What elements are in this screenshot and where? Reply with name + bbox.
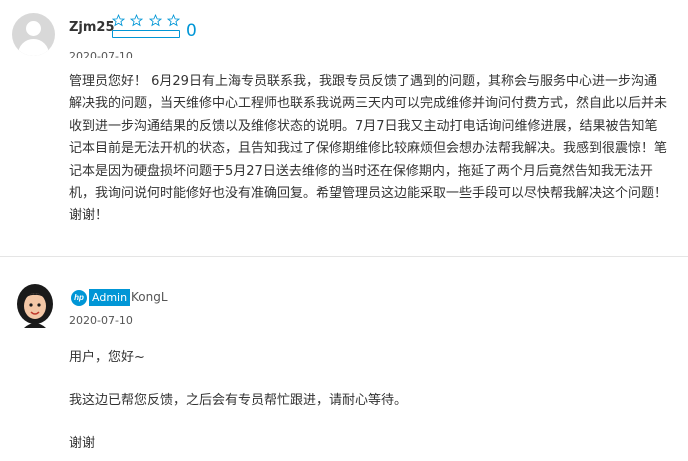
avatar-body-shape [18, 39, 49, 56]
admin-badge: Admin [89, 289, 131, 306]
user-avatar[interactable] [12, 13, 55, 56]
rank-stars [112, 14, 180, 28]
rank-progress-bar [112, 30, 180, 38]
reply-message: 我这边已帮您反馈，之后会有专员帮忙跟进，请耐心等待。 [69, 393, 408, 408]
avatar-head-shape [26, 21, 41, 36]
post-date: 2020-07-10 [69, 50, 133, 58]
post-body-text: 管理员您好！ 6月29日有上海专员联系我，我跟专员反馈了遇到的问题，其称会与服务… [69, 74, 668, 224]
post-username[interactable]: Zjm25 [69, 20, 115, 35]
star-icon [130, 14, 144, 27]
reply-username[interactable]: KongL [131, 290, 168, 304]
reply-greeting: 用户，您好~ [69, 350, 145, 365]
admin-avatar-illustration [17, 284, 53, 328]
star-icon [112, 14, 125, 27]
kudos-count[interactable]: 0 [186, 21, 197, 41]
star-icon [148, 14, 162, 27]
star-icon [166, 14, 180, 27]
post-divider [0, 256, 688, 257]
reply-closing: 谢谢 [69, 436, 96, 451]
reply-date: 2020-07-10 [69, 314, 133, 327]
admin-avatar[interactable] [14, 282, 56, 328]
hp-logo-icon: hp [71, 290, 87, 306]
